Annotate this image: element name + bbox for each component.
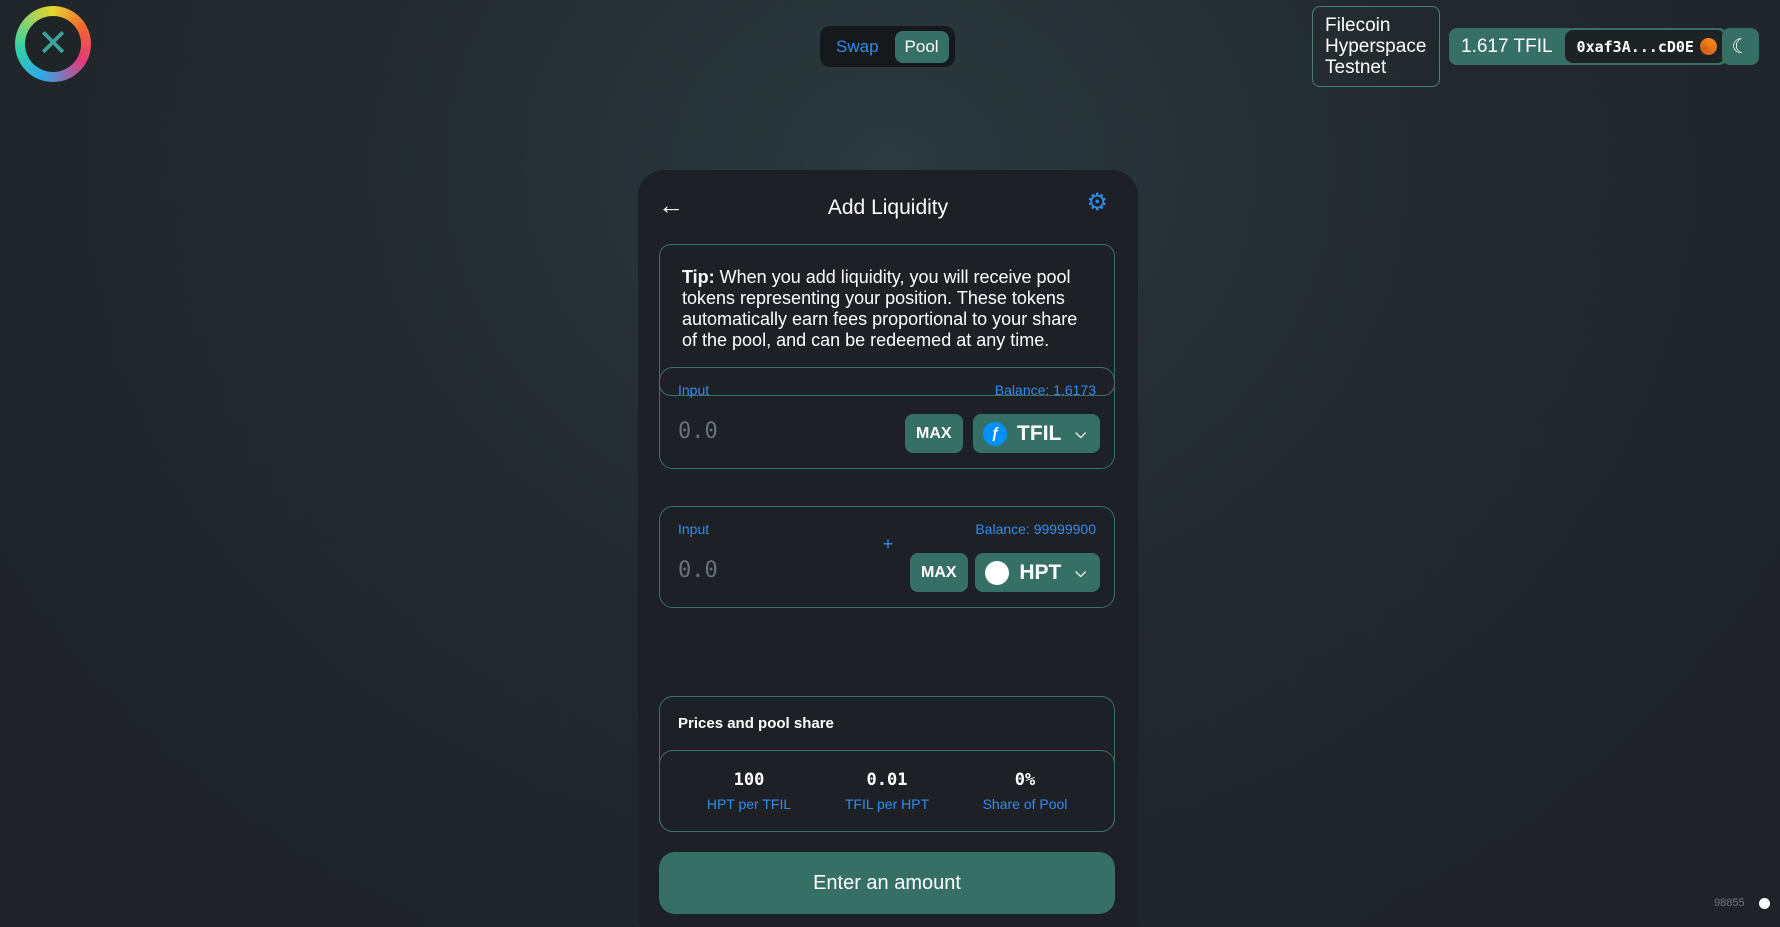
price-value: 0.01: [866, 770, 908, 790]
logo-x-icon: ✕: [25, 16, 81, 72]
max-button[interactable]: MAX: [905, 414, 963, 453]
price-value: 100: [733, 770, 765, 790]
wallet-balance: 1.617 TFIL: [1461, 35, 1553, 57]
amount-input-hpt[interactable]: [678, 553, 878, 587]
token-select-button[interactable]: ƒ TFIL ⌵: [973, 414, 1100, 453]
gear-icon[interactable]: ⚙: [1086, 188, 1108, 217]
token-input-panel-2: Input Balance: 99999900 MAX HPT ⌵: [659, 506, 1115, 608]
token-select-button[interactable]: HPT ⌵: [975, 553, 1100, 592]
theme-toggle-button[interactable]: ☾: [1722, 28, 1759, 65]
prices-pool-share: Prices and pool share 100 HPT per TFIL 0…: [659, 696, 1115, 832]
app-logo[interactable]: ✕: [15, 6, 91, 82]
wallet-address-button[interactable]: 0xaf3A...cD0E: [1564, 30, 1725, 63]
network-name-line: Filecoin: [1325, 15, 1391, 36]
amount-input-tfil[interactable]: [678, 414, 878, 448]
token-input-panel-1: Input Balance: 1.6173 MAX ƒ TFIL ⌵: [659, 367, 1115, 469]
input-label: Input: [678, 382, 710, 398]
block-number: 98855: [1714, 897, 1745, 909]
page-title: Add Liquidity: [827, 196, 949, 219]
chevron-down-icon: ⌵: [1075, 564, 1086, 580]
prices-row: 100 HPT per TFIL 0.01 TFIL per HPT 0% Sh…: [659, 750, 1115, 832]
network-name-line: Hyperspace: [1325, 36, 1427, 57]
hpt-token-icon: [985, 560, 1010, 585]
network-status-dot: [1759, 898, 1770, 909]
account-widget[interactable]: 1.617 TFIL 0xaf3A...cD0E: [1449, 28, 1727, 65]
max-button[interactable]: MAX: [910, 553, 968, 592]
price-value: 0%: [1014, 770, 1036, 790]
tab-swap[interactable]: Swap: [826, 31, 889, 63]
tip-text: When you add liquidity, you will receive…: [682, 267, 1078, 350]
input-label: Input: [678, 521, 710, 537]
balance-label[interactable]: Balance: 1.6173: [995, 382, 1096, 398]
metamask-fox-icon: [1699, 38, 1717, 55]
prices-title: Prices and pool share: [678, 715, 834, 732]
enter-amount-button[interactable]: Enter an amount: [659, 852, 1115, 914]
card-header: ← Add Liquidity ⚙: [638, 188, 1138, 228]
token-symbol: HPT: [1019, 560, 1062, 584]
main-nav: Swap Pool: [820, 26, 955, 67]
add-liquidity-card: ← Add Liquidity ⚙ Tip: When you add liqu…: [638, 170, 1138, 927]
price-label: HPT per TFIL: [706, 796, 792, 812]
chevron-down-icon: ⌵: [1075, 425, 1086, 441]
price-label: TFIL per HPT: [844, 796, 930, 812]
moon-icon: ☾: [1731, 36, 1750, 58]
price-label: Share of Pool: [982, 796, 1068, 812]
price-item: 0.01 TFIL per HPT: [822, 770, 952, 812]
network-indicator[interactable]: Filecoin Hyperspace Testnet: [1312, 6, 1440, 87]
tip-label: Tip:: [682, 267, 715, 287]
price-item: 100 HPT per TFIL: [684, 770, 814, 812]
network-name-line: Testnet: [1325, 57, 1387, 78]
filecoin-icon: ƒ: [983, 421, 1008, 446]
price-item: 0% Share of Pool: [960, 770, 1090, 812]
tab-pool[interactable]: Pool: [894, 30, 949, 63]
token-symbol: TFIL: [1017, 421, 1062, 445]
balance-label[interactable]: Balance: 99999900: [975, 521, 1096, 537]
wallet-address: 0xaf3A...cD0E: [1576, 37, 1694, 56]
